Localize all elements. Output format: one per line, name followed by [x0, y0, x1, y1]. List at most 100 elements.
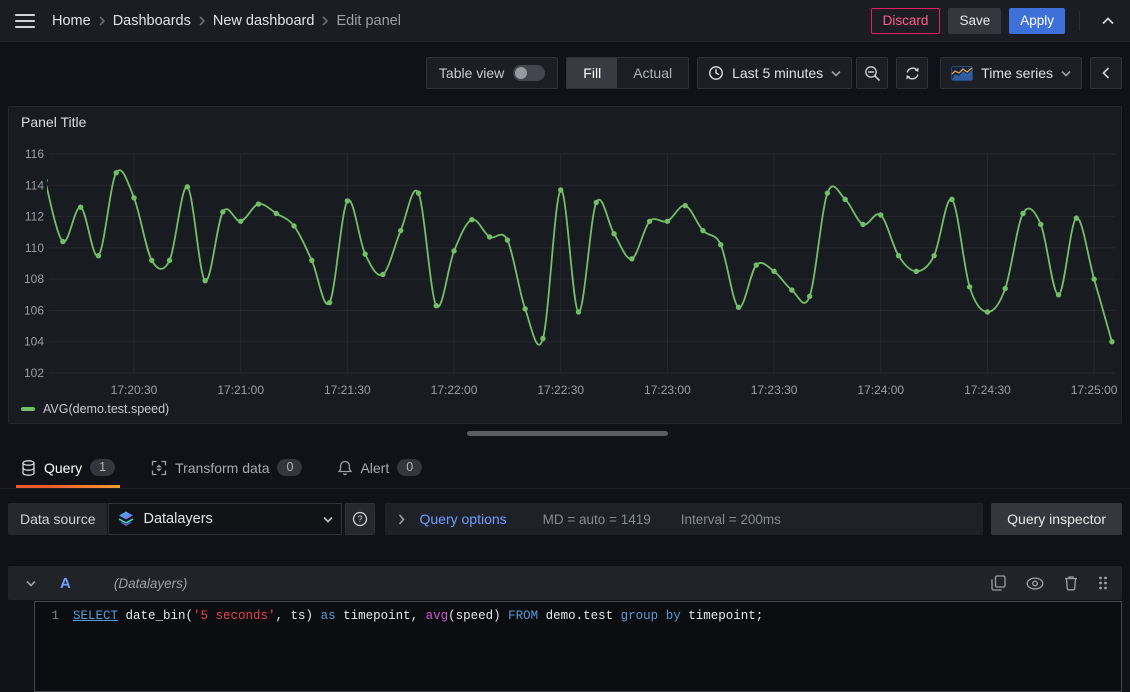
data-point[interactable] — [469, 217, 474, 222]
data-point[interactable] — [131, 195, 136, 200]
data-point[interactable] — [345, 198, 350, 203]
toggle-query-visibility-button[interactable] — [1026, 577, 1044, 590]
data-point[interactable] — [736, 305, 741, 310]
sql-code-line[interactable]: SELECT date_bin('5 seconds', ts) as time… — [73, 602, 763, 691]
menu-toggle-button[interactable] — [8, 6, 42, 36]
pane-resize-handle[interactable] — [467, 431, 668, 436]
x-tick-label: 17:22:30 — [537, 383, 584, 397]
tab-query[interactable]: Query 1 — [16, 447, 120, 488]
refresh-button[interactable] — [896, 57, 928, 89]
data-point[interactable] — [434, 303, 439, 308]
data-point[interactable] — [789, 287, 794, 292]
chevron-left-icon — [1102, 67, 1110, 79]
data-point[interactable] — [718, 242, 723, 247]
data-point[interactable] — [362, 251, 367, 256]
data-point[interactable] — [1038, 222, 1043, 227]
zoom-out-time-button[interactable] — [856, 57, 888, 89]
datasource-picker[interactable]: Datalayers — [108, 503, 342, 535]
data-point[interactable] — [202, 278, 207, 283]
data-point[interactable] — [967, 284, 972, 289]
table-view-toggle[interactable] — [513, 65, 545, 81]
data-point[interactable] — [1056, 292, 1061, 297]
breadcrumb-new-dashboard[interactable]: New dashboard — [213, 13, 315, 29]
data-point[interactable] — [238, 219, 243, 224]
data-point[interactable] — [576, 309, 581, 314]
query-options-bar[interactable]: Query options MD = auto = 1419 Interval … — [385, 503, 983, 535]
data-point[interactable] — [416, 190, 421, 195]
breadcrumb-dashboards[interactable]: Dashboards — [113, 13, 191, 29]
data-point[interactable] — [487, 234, 492, 239]
data-point[interactable] — [96, 253, 101, 258]
data-point[interactable] — [949, 197, 954, 202]
data-point[interactable] — [594, 200, 599, 205]
drag-handle-icon[interactable] — [1098, 575, 1108, 591]
query-inspector-button[interactable]: Query inspector — [991, 503, 1122, 535]
data-point[interactable] — [860, 222, 865, 227]
data-point[interactable] — [931, 253, 936, 258]
duplicate-query-button[interactable] — [991, 575, 1006, 591]
data-point[interactable] — [309, 258, 314, 263]
data-point[interactable] — [807, 294, 812, 299]
breadcrumb-home[interactable]: Home — [52, 13, 91, 29]
delete-query-button[interactable] — [1064, 575, 1078, 591]
data-point[interactable] — [327, 300, 332, 305]
apply-button[interactable]: Apply — [1009, 8, 1065, 34]
time-range-picker[interactable]: Last 5 minutes — [697, 57, 852, 89]
data-point[interactable] — [914, 269, 919, 274]
data-point[interactable] — [149, 258, 154, 263]
query-ref-id[interactable]: A — [60, 575, 71, 592]
collapse-query-button[interactable] — [26, 580, 36, 587]
data-point[interactable] — [611, 231, 616, 236]
fill-option[interactable]: Fill — [567, 58, 617, 88]
data-point[interactable] — [78, 204, 83, 209]
data-point[interactable] — [540, 336, 545, 341]
data-point[interactable] — [558, 187, 563, 192]
data-point[interactable] — [896, 253, 901, 258]
data-point[interactable] — [505, 237, 510, 242]
visualization-picker[interactable]: Time series — [940, 57, 1082, 89]
data-point[interactable] — [629, 256, 634, 261]
data-point[interactable] — [522, 306, 527, 311]
data-point[interactable] — [878, 212, 883, 217]
data-point[interactable] — [682, 203, 687, 208]
data-point[interactable] — [700, 228, 705, 233]
tab-alert[interactable]: Alert 0 — [333, 447, 427, 488]
data-point[interactable] — [843, 197, 848, 202]
chevron-up-icon — [1102, 17, 1114, 25]
data-point[interactable] — [985, 309, 990, 314]
data-point[interactable] — [1074, 215, 1079, 220]
data-point[interactable] — [274, 211, 279, 216]
datasource-help-button[interactable]: ? — [345, 503, 375, 535]
data-point[interactable] — [398, 228, 403, 233]
data-point[interactable] — [754, 262, 759, 267]
discard-button[interactable]: Discard — [871, 8, 941, 34]
data-point[interactable] — [451, 248, 456, 253]
collapse-header-button[interactable] — [1094, 7, 1122, 35]
data-point[interactable] — [220, 209, 225, 214]
data-point[interactable] — [1109, 339, 1114, 344]
data-point[interactable] — [1003, 286, 1008, 291]
save-button[interactable]: Save — [948, 8, 1001, 34]
line-number: 1 — [35, 602, 73, 691]
data-point[interactable] — [771, 269, 776, 274]
tab-transform-data[interactable]: Transform data 0 — [146, 447, 307, 488]
data-point[interactable] — [665, 219, 670, 224]
collapse-options-pane-button[interactable] — [1090, 57, 1122, 89]
hamburger-icon — [15, 14, 35, 28]
data-point[interactable] — [114, 170, 119, 175]
data-point[interactable] — [1020, 211, 1025, 216]
data-point[interactable] — [167, 258, 172, 263]
data-point[interactable] — [647, 219, 652, 224]
data-point[interactable] — [825, 190, 830, 195]
actual-option[interactable]: Actual — [617, 58, 688, 88]
timeseries-chart[interactable]: 11611411211010810610410217:20:3017:21:00… — [9, 107, 1121, 423]
data-point[interactable] — [60, 239, 65, 244]
data-point[interactable] — [380, 272, 385, 277]
legend-item[interactable]: AVG(demo.test.speed) — [21, 402, 169, 416]
data-point[interactable] — [1091, 276, 1096, 281]
data-point[interactable] — [291, 223, 296, 228]
sql-token: by — [666, 609, 681, 623]
data-point[interactable] — [185, 184, 190, 189]
data-point[interactable] — [256, 201, 261, 206]
sql-editor[interactable]: 1 SELECT date_bin('5 seconds', ts) as ti… — [34, 601, 1122, 692]
